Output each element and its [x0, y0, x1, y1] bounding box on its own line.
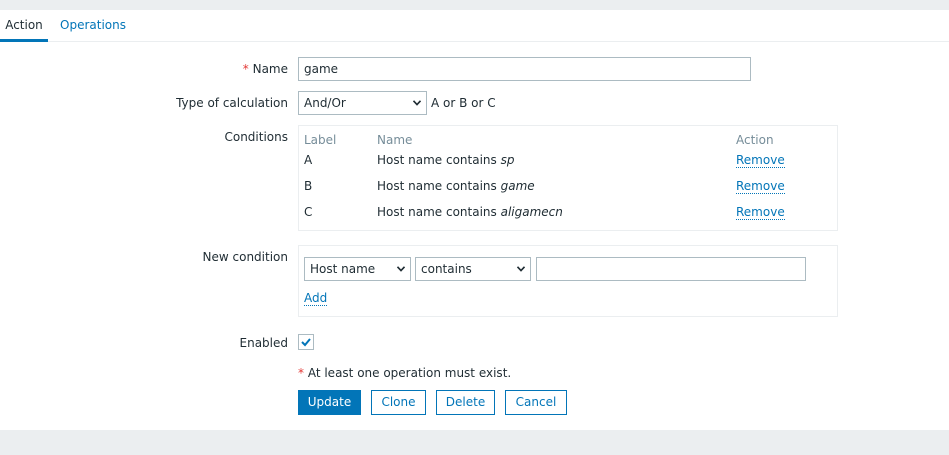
required-mark: *	[242, 62, 249, 76]
tab-action[interactable]: Action	[0, 10, 48, 42]
chevron-down-icon	[397, 266, 405, 272]
required-mark: *	[298, 366, 304, 380]
calc-type-select[interactable]: And/Or	[298, 91, 427, 115]
remove-condition-link[interactable]: Remove	[736, 179, 785, 194]
calc-type-value: And/Or	[304, 96, 346, 110]
condition-label: A	[304, 153, 313, 167]
enabled-label: Enabled	[239, 336, 289, 350]
cancel-button[interactable]: Cancel	[505, 390, 567, 415]
chevron-down-icon	[413, 100, 421, 106]
action-form-panel: Action Operations * Name Type of calcula…	[0, 10, 949, 430]
enabled-checkbox[interactable]	[298, 334, 314, 350]
condition-label: C	[304, 205, 313, 219]
name-label-text: Name	[252, 62, 288, 76]
condition-operator-value: contains	[421, 262, 472, 276]
warning-text: At least one operation must exist.	[307, 366, 512, 380]
remove-condition-link[interactable]: Remove	[736, 205, 785, 220]
condition-text: Host name contains sp	[377, 153, 515, 167]
update-button[interactable]: Update	[298, 390, 361, 415]
conditions-label: Conditions	[224, 130, 288, 144]
condition-value-input[interactable]	[536, 257, 806, 281]
calc-label: Type of calculation	[176, 96, 288, 110]
condition-type-value: Host name	[310, 262, 376, 276]
checkmark-icon	[301, 338, 311, 347]
col-header-label: Label	[304, 133, 337, 147]
condition-text: Host name contains aligamecn	[377, 205, 563, 219]
tab-operations-label: Operations	[60, 18, 126, 32]
conditions-table: Label Name Action A Host name contains s…	[298, 125, 838, 231]
tab-bar: Action Operations	[0, 10, 949, 42]
tab-action-label: Action	[5, 18, 43, 32]
calc-formula: A or B or C	[431, 96, 496, 110]
condition-value: game	[500, 179, 535, 193]
operations-warning: * At least one operation must exist.	[298, 366, 511, 380]
tab-operations[interactable]: Operations	[60, 10, 126, 41]
new-condition-label: New condition	[202, 250, 288, 264]
remove-condition-link[interactable]: Remove	[736, 153, 785, 168]
top-strip	[0, 0, 949, 10]
chevron-down-icon	[517, 266, 525, 272]
col-header-name: Name	[377, 133, 413, 147]
condition-value: aligamecn	[500, 205, 563, 219]
col-header-action: Action	[736, 133, 774, 147]
delete-button[interactable]: Delete	[436, 390, 495, 415]
condition-label: B	[304, 179, 313, 193]
condition-value: sp	[500, 153, 515, 167]
active-tab-underline	[0, 39, 48, 42]
new-condition-box: Host name contains Add	[298, 245, 838, 317]
condition-text: Host name contains game	[377, 179, 535, 193]
clone-button[interactable]: Clone	[371, 390, 426, 415]
condition-type-select[interactable]: Host name	[304, 257, 411, 281]
name-label: * Name	[243, 62, 288, 76]
add-condition-link[interactable]: Add	[304, 291, 328, 306]
name-input[interactable]	[298, 57, 751, 81]
condition-operator-select[interactable]: contains	[415, 257, 531, 281]
